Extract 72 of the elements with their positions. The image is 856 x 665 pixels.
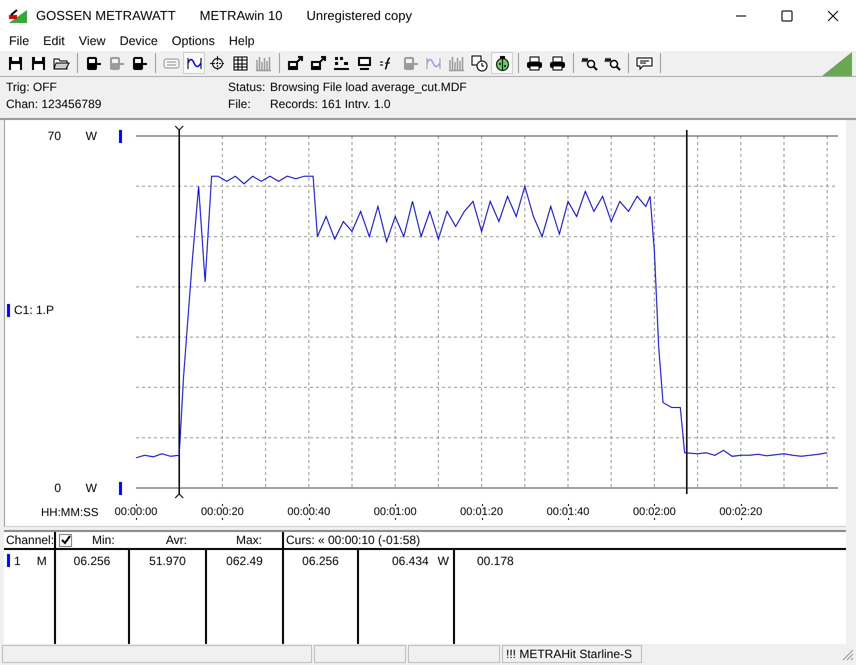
meter-icon	[84, 54, 102, 72]
menu-item[interactable]: Edit	[36, 34, 72, 48]
bar-pattern-icon	[254, 54, 272, 72]
table-cell: 51.970	[149, 554, 186, 568]
monitor-icon	[356, 54, 372, 72]
window-title: Unregistered copy	[306, 8, 412, 23]
channel-label: C1: 1.P	[14, 303, 54, 318]
menu-item[interactable]: File	[2, 34, 36, 48]
data-line-icon	[332, 54, 350, 72]
device-status: !!! METRAHit Starline-S	[502, 645, 642, 664]
time-format-label: HH:MM:SS	[41, 507, 98, 520]
close-icon	[827, 10, 839, 22]
check-icon	[60, 535, 70, 546]
table-cell: 062.49	[226, 554, 263, 568]
cursor-line[interactable]	[686, 130, 688, 494]
table-cell: 06.256	[302, 554, 339, 568]
printer-icon	[526, 54, 542, 72]
table-cell: 00.178	[477, 554, 514, 568]
channel-list: Chan: 123456789	[6, 97, 228, 112]
meter-icon	[130, 54, 148, 72]
ladybug-icon	[494, 54, 510, 72]
cursor-line[interactable]	[174, 126, 184, 499]
file-label: File:	[228, 97, 252, 112]
time-tick-label: 00:02:00	[632, 506, 677, 518]
unit-label: W	[84, 129, 97, 144]
column-header: Channel:	[6, 533, 54, 548]
trigger-status: Trig: OFF	[6, 80, 58, 94]
crosshair-icon	[208, 54, 226, 72]
clock-icon	[470, 54, 488, 72]
time-tick-label: 00:01:20	[459, 506, 504, 518]
window-title: METRAwin 10	[200, 8, 282, 23]
bar-pattern-icon	[448, 54, 464, 72]
column-header: Curs: « 00:00:10 (-01:58)	[286, 533, 420, 548]
unit-label: W	[84, 481, 97, 496]
column-header: Min:	[92, 533, 115, 548]
checkbox[interactable]	[59, 534, 72, 547]
time-tick-label: 00:00:40	[286, 506, 332, 518]
table-cell: 1	[14, 554, 21, 568]
toolbar-button[interactable]	[491, 52, 513, 74]
meter-icon	[108, 54, 124, 72]
window-title: GOSSEN METRAWATT	[36, 8, 176, 23]
time-tick-label: 00:01:40	[546, 506, 590, 518]
menu-item[interactable]: Options	[164, 34, 222, 48]
toolbar-button[interactable]	[183, 52, 205, 74]
status-text: Browsing File load average_cut.MDF	[270, 80, 467, 94]
y-axis-label: 70	[46, 129, 61, 144]
app-logo-icon	[8, 8, 28, 24]
column-header: Avr:	[166, 533, 187, 548]
corner-triangle-icon	[822, 52, 852, 76]
speech-bubble-icon	[636, 54, 652, 72]
table-cell: 06.434	[392, 554, 429, 568]
meter-icon	[402, 54, 418, 72]
menu-item[interactable]: Device	[112, 34, 165, 48]
export-icon	[310, 54, 326, 72]
time-tick-label: 00:00:20	[200, 506, 245, 518]
column-header: Max:	[236, 533, 262, 548]
printer-icon	[548, 54, 566, 72]
file-info: Records: 161 Intrv. 1.0	[270, 97, 392, 112]
table-icon	[232, 54, 248, 72]
table-cell: W	[438, 554, 449, 568]
table-cell: 06.256	[74, 554, 110, 568]
menu-item[interactable]: Help	[222, 34, 262, 48]
menu-item[interactable]: View	[72, 34, 113, 48]
time-tick-label: 00:02:20	[718, 506, 764, 518]
table-cell: M	[36, 554, 47, 568]
export-icon	[286, 54, 304, 72]
time-tick-label: 00:01:00	[372, 506, 418, 518]
time-tick-label: 00:00:00	[114, 506, 158, 518]
status-label: Status:	[228, 80, 266, 94]
y-axis-label: 0	[53, 481, 61, 496]
resize-grip-icon	[840, 647, 854, 662]
maximize-icon	[781, 10, 793, 22]
